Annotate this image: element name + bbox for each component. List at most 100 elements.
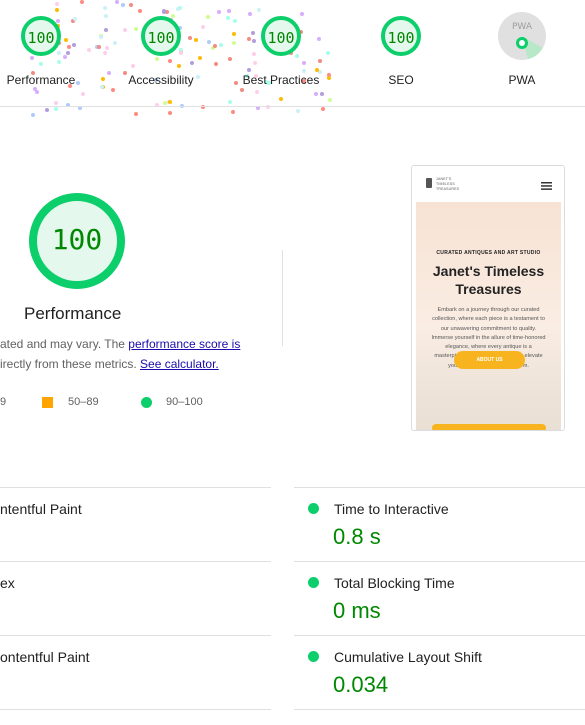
- confetti-dot: [279, 96, 284, 101]
- pass-circle-icon: [141, 397, 152, 408]
- best-practices-gauge[interactable]: 100: [261, 16, 301, 56]
- confetti-dot: [86, 48, 91, 53]
- confetti-dot: [296, 109, 301, 114]
- confetti-dot: [325, 51, 330, 56]
- confetti-dot: [57, 51, 62, 56]
- confetti-dot: [45, 107, 50, 112]
- confetti-dot: [252, 60, 257, 65]
- confetti-dot: [103, 5, 108, 10]
- confetti-dot: [53, 106, 58, 111]
- metric-title-lcp: ontentful Paint: [0, 649, 90, 665]
- performance-big-gauge: 100: [29, 193, 125, 289]
- confetti-dot: [207, 39, 212, 44]
- confetti-dot: [228, 56, 233, 61]
- seo-label[interactable]: SEO: [346, 73, 456, 87]
- confetti-dot: [168, 99, 173, 104]
- accessibility-label[interactable]: Accessibility: [106, 73, 216, 87]
- metric-value-cls: 0.034: [333, 672, 389, 697]
- hamburger-menu-icon[interactable]: [541, 182, 552, 190]
- confetti-dot: [240, 88, 245, 93]
- confetti-dot: [115, 0, 120, 4]
- accessibility-score: 100: [147, 29, 175, 47]
- confetti-dot: [31, 112, 36, 117]
- score-note-line1: ated and may vary. The performance score…: [0, 337, 240, 351]
- confetti-dot: [248, 11, 253, 16]
- confetti-dot: [103, 14, 108, 19]
- confetti-dot: [233, 19, 238, 24]
- confetti-dot: [252, 52, 257, 57]
- confetti-dot: [214, 62, 219, 67]
- preview-logo-text: JANET'S TIMELESS TREASURES: [436, 177, 460, 191]
- preview-second-button: [432, 424, 546, 430]
- metric-divider: [294, 635, 585, 636]
- confetti-dot: [111, 88, 116, 93]
- confetti-dot: [134, 112, 139, 117]
- confetti-dot: [80, 0, 85, 5]
- logo-icon: [426, 178, 432, 188]
- see-calculator-link[interactable]: See calculator.: [140, 357, 219, 371]
- confetti-dot: [54, 7, 59, 12]
- confetti-dot: [177, 64, 182, 69]
- confetti-dot: [98, 34, 103, 39]
- performance-score-link[interactable]: performance score is: [128, 337, 240, 351]
- confetti-dot: [66, 51, 71, 56]
- confetti-dot: [73, 16, 78, 21]
- confetti-dot: [38, 61, 43, 66]
- confetti-dot: [247, 36, 252, 41]
- confetti-dot: [328, 97, 333, 102]
- confetti-dot: [112, 40, 117, 45]
- metric-divider: [0, 487, 271, 488]
- preview-header: JANET'S TIMELESS TREASURES: [412, 166, 564, 202]
- confetti-dot: [121, 3, 126, 8]
- confetti-dot: [255, 89, 260, 94]
- preview-about-button[interactable]: ABOUT US: [454, 351, 525, 369]
- pass-circle-icon: [308, 577, 319, 588]
- confetti-dot: [320, 106, 325, 111]
- confetti-dot: [81, 91, 85, 96]
- preview-heading: Janet's Timeless Treasures: [416, 262, 561, 298]
- confetti-dot: [163, 101, 168, 106]
- pwa-badge[interactable]: PWA: [498, 12, 546, 60]
- confetti-dot: [130, 63, 135, 68]
- performance-title: Performance: [24, 304, 122, 323]
- legend-pass-range: 90–100: [166, 396, 203, 408]
- confetti-dot: [300, 12, 305, 17]
- pwa-icon: PWA: [512, 22, 546, 60]
- best-practices-label[interactable]: Best Practices: [226, 73, 336, 87]
- confetti-dot: [319, 91, 324, 96]
- confetti-dot: [313, 92, 318, 97]
- confetti-dot: [167, 111, 172, 116]
- confetti-dot: [213, 44, 218, 49]
- confetti-dot: [129, 3, 134, 8]
- score-note-text: ated and may vary. The: [0, 337, 129, 351]
- confetti-dot: [251, 30, 256, 35]
- seo-gauge[interactable]: 100: [381, 16, 421, 56]
- confetti-dot: [62, 54, 67, 59]
- pass-circle-icon: [308, 503, 319, 514]
- score-note-text: irectly from these metrics.: [0, 357, 141, 371]
- performance-score: 100: [27, 29, 55, 47]
- final-screenshot-preview[interactable]: JANET'S TIMELESS TREASURES CURATED ANTIQ…: [411, 165, 565, 431]
- confetti-dot: [103, 50, 108, 55]
- confetti-dot: [96, 44, 101, 49]
- section-divider: [282, 250, 283, 346]
- accessibility-gauge[interactable]: 100: [141, 16, 181, 56]
- confetti-dot: [225, 15, 230, 20]
- legend-fail-range: 9: [0, 396, 7, 408]
- confetti-dot: [316, 37, 321, 42]
- confetti-dot: [227, 8, 232, 13]
- confetti-dot: [188, 36, 193, 41]
- average-square-icon: [42, 397, 53, 408]
- confetti-dot: [179, 50, 184, 55]
- confetti-dot: [228, 100, 233, 104]
- preview-eyebrow: CURATED ANTIQUES AND ART STUDIO: [436, 250, 541, 256]
- confetti-dot: [231, 110, 236, 115]
- best-practices-score: 100: [267, 29, 295, 47]
- score-note-line2: irectly from these metrics. See calculat…: [0, 357, 219, 371]
- performance-gauge[interactable]: 100: [21, 16, 61, 56]
- performance-label[interactable]: Performance: [0, 73, 96, 87]
- confetti-dot: [231, 41, 236, 46]
- confetti-dot: [104, 27, 109, 32]
- confetti-dot: [231, 32, 236, 37]
- pwa-label[interactable]: PWA: [467, 73, 577, 87]
